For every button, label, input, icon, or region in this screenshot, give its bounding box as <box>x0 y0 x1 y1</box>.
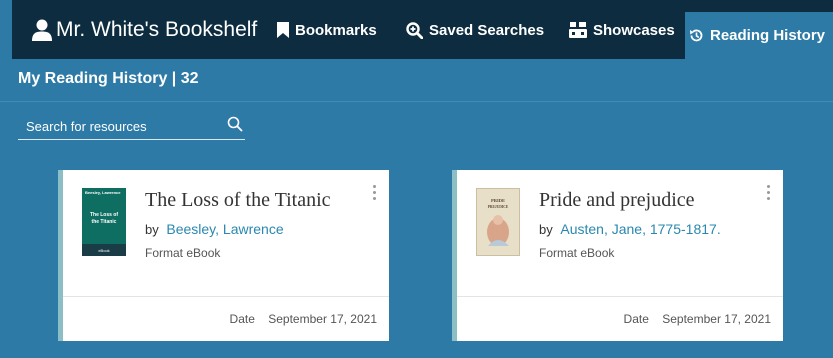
nav-bookmarks-label: Bookmarks <box>295 21 377 39</box>
format-label: Format <box>539 246 578 260</box>
date-label: Date <box>229 312 255 326</box>
format-value: eBook <box>186 246 221 260</box>
search-box <box>18 112 245 140</box>
topbar-edge <box>0 0 12 59</box>
author-link[interactable]: Beesley, Lawrence <box>166 221 283 237</box>
item-title[interactable]: The Loss of the Titanic <box>145 189 331 212</box>
history-card[interactable]: PRIDE PREJUDICE Pride and prejudice by A… <box>452 170 783 341</box>
format-label: Format <box>145 246 184 260</box>
item-format: Format eBook <box>539 246 614 260</box>
nav-showcases-label: Showcases <box>593 21 675 39</box>
nav-reading-history[interactable]: Reading History <box>685 12 833 59</box>
footer-background <box>0 341 833 358</box>
book-cover-titanic[interactable]: Beesley, Lawrence The Loss of the Titani… <box>82 188 126 256</box>
brand-title: Mr. White's Bookshelf <box>56 18 258 41</box>
cover-title-line1: PRIDE <box>491 198 505 203</box>
brand[interactable]: Mr. White's Bookshelf <box>32 12 257 48</box>
nav-showcases[interactable]: Showcases <box>569 12 675 48</box>
format-value: eBook <box>580 246 615 260</box>
page-title: My Reading History | 32 <box>18 70 199 87</box>
more-options-icon[interactable] <box>767 185 771 203</box>
item-byline: by Austen, Jane, 1775-1817. <box>539 221 721 237</box>
search-icon[interactable] <box>227 116 243 132</box>
cover-title-line1: The Loss of <box>90 212 118 218</box>
history-card[interactable]: Beesley, Lawrence The Loss of the Titani… <box>58 170 389 341</box>
item-format: Format eBook <box>145 246 220 260</box>
date-label: Date <box>623 312 649 326</box>
date-value: September 17, 2021 <box>268 312 377 326</box>
card-divider <box>63 296 389 297</box>
top-navigation-bar: Mr. White's Bookshelf Bookmarks Saved Se… <box>0 0 833 59</box>
bookmark-icon <box>277 22 289 38</box>
book-cover-pride-and-prejudice[interactable]: PRIDE PREJUDICE <box>476 188 520 256</box>
cover-format: eBook <box>98 248 109 253</box>
divider <box>0 101 833 102</box>
showcase-icon <box>569 22 587 38</box>
author-link[interactable]: Austen, Jane, 1775-1817. <box>560 221 720 237</box>
search-plus-icon <box>406 21 423 39</box>
cover-title-line2: PREJUDICE <box>488 205 509 209</box>
history-icon <box>689 29 703 42</box>
by-prefix: by <box>539 222 553 237</box>
nav-bookmarks[interactable]: Bookmarks <box>277 12 377 48</box>
nav-saved-searches-label: Saved Searches <box>429 21 545 39</box>
user-icon <box>32 19 52 41</box>
cover-author: Beesley, Lawrence <box>85 190 121 195</box>
date-value: September 17, 2021 <box>662 312 771 326</box>
nav-saved-searches[interactable]: Saved Searches <box>406 12 544 48</box>
cover-title-line2: the Titanic <box>92 219 117 225</box>
item-byline: by Beesley, Lawrence <box>145 221 284 237</box>
nav-reading-history-label: Reading History <box>709 27 826 44</box>
item-date: Date September 17, 2021 <box>624 312 771 326</box>
item-date: Date September 17, 2021 <box>230 312 377 326</box>
card-divider <box>457 296 783 297</box>
search-input[interactable] <box>24 116 218 136</box>
item-title[interactable]: Pride and prejudice <box>539 189 695 212</box>
by-prefix: by <box>145 222 159 237</box>
more-options-icon[interactable] <box>373 185 377 203</box>
